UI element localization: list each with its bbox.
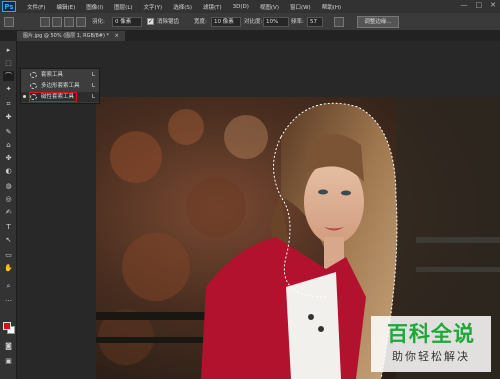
feather-label: 羽化: — [92, 19, 105, 25]
dodge-tool-icon[interactable]: ✍ — [3, 207, 14, 217]
zoom-tool-icon[interactable]: … — [3, 294, 14, 304]
menu-type[interactable]: 文字(Y) — [144, 3, 163, 11]
minimize-icon[interactable]: — — [461, 1, 468, 9]
gradient-tool-icon[interactable]: ◎ — [3, 194, 14, 204]
menu-help[interactable]: 帮助(H) — [322, 3, 341, 11]
maximize-icon[interactable]: □ — [476, 1, 483, 9]
intersect-selection-icon[interactable] — [76, 17, 86, 27]
lasso-tool-icon[interactable]: ⌒ — [3, 71, 14, 81]
menu-filter[interactable]: 滤镜(T) — [203, 3, 222, 11]
watermark-title: 百科全说 — [387, 322, 475, 346]
subtract-selection-icon[interactable] — [64, 17, 74, 27]
flyout-item-lasso[interactable]: 套索工具 L — [21, 70, 99, 80]
feather-input[interactable]: 0 像素 — [112, 17, 142, 27]
menu-edit[interactable]: 编辑(E) — [56, 3, 75, 11]
foreground-color-swatch[interactable] — [3, 322, 11, 330]
contrast-label: 对比度: — [244, 19, 263, 25]
pen-tool-icon[interactable]: T — [3, 222, 14, 232]
flyout-item-polygonal-lasso[interactable]: 多边形套索工具 L — [21, 81, 99, 91]
menu-image[interactable]: 图像(I) — [86, 3, 103, 11]
polygonal-lasso-icon — [30, 83, 37, 89]
menu-layer[interactable]: 图层(L) — [114, 3, 132, 11]
eraser-tool-icon[interactable]: ◍ — [3, 181, 14, 191]
menu-3d[interactable]: 3D(D) — [233, 4, 249, 10]
eyedropper-tool-icon[interactable]: ✚ — [3, 112, 14, 122]
move-tool-icon[interactable]: ▸ — [3, 45, 14, 55]
document-tab-bar: 图片.jpg @ 50% (图层 1, RGB/8#) * × — [0, 31, 500, 41]
frequency-label: 频率: — [291, 19, 304, 25]
lasso-icon — [30, 72, 37, 78]
menu-window[interactable]: 窗口(W) — [290, 3, 311, 11]
close-icon[interactable]: ✕ — [490, 1, 496, 9]
new-selection-icon[interactable] — [40, 17, 50, 27]
path-select-tool-icon[interactable]: ▭ — [3, 250, 14, 260]
healing-brush-tool-icon[interactable]: ✎ — [3, 127, 14, 137]
selected-bullet-icon — [23, 95, 26, 98]
highlight-box — [29, 92, 77, 102]
window-controls: — □ ✕ — [461, 1, 497, 9]
refine-edge-button[interactable]: 调整边缘... — [357, 16, 399, 28]
antialias-checkbox[interactable]: ✓ — [147, 18, 154, 25]
shape-tool-icon[interactable]: ✋ — [3, 263, 14, 273]
frequency-input[interactable]: 57 — [307, 17, 323, 27]
watermark: 百科全说 助你轻松解决 — [371, 316, 491, 372]
document-tab-label: 图片.jpg @ 50% (图层 1, RGB/8#) * — [23, 33, 109, 39]
menu-view[interactable]: 视图(V) — [260, 3, 279, 11]
add-selection-icon[interactable] — [52, 17, 62, 27]
hand-tool-icon[interactable]: ⌕ — [3, 281, 14, 291]
pen-pressure-icon[interactable] — [334, 17, 344, 27]
document-tab[interactable]: 图片.jpg @ 50% (图层 1, RGB/8#) * × — [17, 31, 125, 41]
clone-stamp-tool-icon[interactable]: ✤ — [3, 153, 14, 163]
quick-select-tool-icon[interactable]: ✦ — [3, 84, 14, 94]
marquee-tool-icon[interactable]: ⬚ — [3, 58, 14, 68]
type-tool-icon[interactable]: ↖ — [3, 235, 14, 245]
menu-select[interactable]: 选择(S) — [173, 3, 192, 11]
lasso-tool-preset-icon[interactable] — [4, 17, 14, 27]
screen-mode-icon[interactable]: ▣ — [3, 356, 14, 366]
watermark-subtitle: 助你轻松解决 — [392, 350, 470, 363]
photoshop-logo: Ps — [2, 1, 16, 12]
crop-tool-icon[interactable]: ⌗ — [3, 99, 14, 109]
quick-mask-icon[interactable]: ◙ — [3, 341, 14, 351]
history-brush-tool-icon[interactable]: ◐ — [3, 166, 14, 176]
antialias-label: 消除锯齿 — [157, 19, 180, 25]
tab-close-icon[interactable]: × — [115, 33, 119, 39]
menu-file[interactable]: 文件(F) — [27, 3, 45, 11]
menu-bar: Ps 文件(F) 编辑(E) 图像(I) 图层(L) 文字(Y) 选择(S) 滤… — [0, 0, 500, 13]
width-label: 宽度: — [194, 19, 207, 25]
options-bar: 羽化: 0 像素 ✓ 消除锯齿 宽度: 10 像素 对比度: 10% 频率: 5… — [0, 13, 500, 31]
contrast-input[interactable]: 10% — [263, 17, 289, 27]
brush-tool-icon[interactable]: ⌂ — [3, 140, 14, 150]
width-input[interactable]: 10 像素 — [211, 17, 241, 27]
lasso-tool-flyout: 套索工具 L 多边形套索工具 L 磁性套索工具 L — [20, 68, 100, 104]
tools-panel: ▸ ⬚ ⌒ ✦ ⌗ ✚ ✎ ⌂ ✤ ◐ ◍ ◎ ✍ T ↖ ▭ ✋ ⌕ … ◙ … — [0, 41, 17, 379]
